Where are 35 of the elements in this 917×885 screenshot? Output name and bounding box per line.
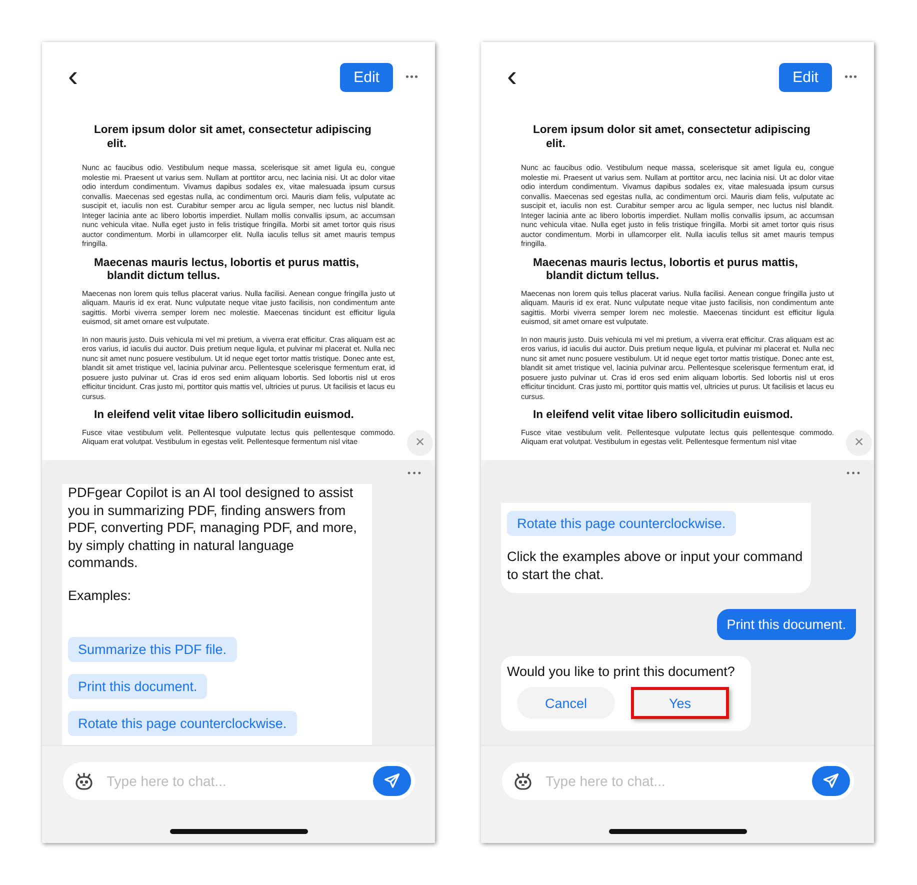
chat-input[interactable]: Type here to chat... bbox=[502, 762, 854, 800]
examples-label: Examples: bbox=[68, 588, 132, 602]
example-prompt[interactable]: Rotate this page counterclockwise. bbox=[68, 710, 297, 736]
robot-icon[interactable] bbox=[72, 770, 94, 792]
document-heading: Maecenas mauris lectus, lobortis et purus mattis, blandit dictum tellus. bbox=[532, 256, 799, 284]
back-button[interactable]: ‹ bbox=[503, 62, 521, 92]
example-prompt[interactable]: Print this document. bbox=[68, 674, 208, 698]
document-heading: Lorem ipsum dolor sit amet, consectetur adipiscing elit. bbox=[532, 124, 812, 152]
back-button[interactable]: ‹ bbox=[64, 62, 82, 92]
document-heading: Lorem ipsum dolor sit amet, consectetur adipiscing elit. bbox=[93, 124, 372, 152]
document-heading: In eleifend velit vitae libero sollicitudin euismod. bbox=[532, 409, 794, 423]
message-text: Click the examples above or input your command to start the chat. bbox=[507, 548, 804, 583]
choice-button[interactable]: Yes bbox=[631, 687, 729, 719]
chat-input-field[interactable]: Type here to chat... bbox=[544, 772, 802, 790]
chat-input-field[interactable]: Type here to chat... bbox=[104, 772, 362, 790]
more-button[interactable]: ••• bbox=[403, 72, 421, 82]
edit-button[interactable]: Edit bbox=[778, 62, 832, 92]
robot-icon[interactable] bbox=[512, 770, 534, 792]
send-icon bbox=[822, 772, 840, 790]
more-button[interactable]: ••• bbox=[396, 460, 435, 484]
user-message: Print this document. bbox=[716, 609, 856, 640]
edit-button[interactable]: Edit bbox=[340, 62, 394, 92]
more-button[interactable]: ••• bbox=[834, 460, 874, 484]
document-heading: Maecenas mauris lectus, lobortis et purus mattis, blandit dictum tellus. bbox=[93, 256, 360, 284]
example-prompt[interactable]: Rotate this page counterclockwise. bbox=[507, 511, 736, 536]
message-text: Would you like to print this document? bbox=[507, 664, 735, 679]
send-icon bbox=[382, 772, 400, 790]
chat-input[interactable]: Type here to chat... bbox=[62, 762, 414, 800]
document-heading: In eleifend velit vitae libero sollicitudin euismod. bbox=[93, 409, 355, 423]
more-button[interactable]: ••• bbox=[842, 72, 860, 82]
example-prompt[interactable]: Summarize this PDF file. bbox=[68, 636, 237, 662]
choice-button[interactable]: Cancel bbox=[517, 687, 615, 719]
send-button[interactable] bbox=[372, 766, 410, 796]
message-text: PDFgear Copilot is an AI tool designed to assist you in summarizing PDF, finding answers from PDF, converting PDF, managing PDF, and more, by simply chatting in natural language commands. bbox=[68, 484, 358, 572]
send-button[interactable] bbox=[812, 766, 850, 796]
